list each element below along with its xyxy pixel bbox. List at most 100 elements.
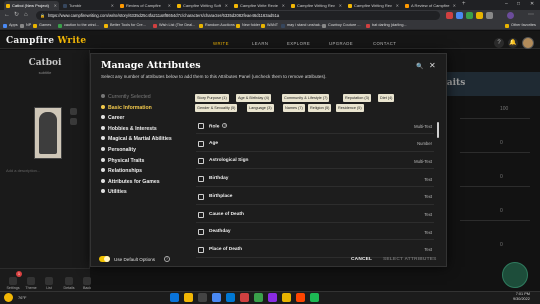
nav-link-learn[interactable]: LEARN: [252, 41, 268, 46]
filter-chip[interactable]: Names (7): [283, 104, 305, 112]
category-item[interactable]: Personality: [101, 146, 136, 154]
attribute-row[interactable]: Cause of Death Text: [196, 209, 434, 223]
category-item[interactable]: Hobbies & Interests: [101, 125, 157, 133]
character-subtitle[interactable]: subtitle: [0, 70, 90, 75]
attribute-value[interactable]: 0: [500, 174, 503, 180]
bottom-nav-list[interactable]: List: [38, 286, 60, 290]
browser-tab[interactable]: Campfire Writing Rev ✕: [289, 1, 344, 10]
character-name[interactable]: Catboi: [0, 58, 90, 68]
new-tab-button[interactable]: +: [462, 1, 466, 7]
category-item[interactable]: Relationships: [101, 167, 142, 175]
taskbar-app-icon[interactable]: [296, 293, 305, 302]
close-window-button[interactable]: ✕: [530, 0, 534, 9]
browser-tab[interactable]: Campfire Write Revie ✕: [232, 1, 287, 10]
home-icon[interactable]: ⌂: [24, 11, 28, 20]
browser-menu-icon[interactable]: ⋯: [528, 11, 534, 20]
attribute-row[interactable]: Role? Multi-Text: [196, 120, 434, 134]
browser-tab[interactable]: Campfire Writing Rev ✕: [346, 1, 401, 10]
bookmark-item[interactable]: Other favorites: [505, 22, 536, 29]
user-avatar[interactable]: [522, 37, 534, 49]
bookmark-item[interactable]: NP: [20, 22, 31, 29]
extension-icon[interactable]: [476, 12, 483, 19]
browser-tab[interactable]: Campfire Writing Soft ✕: [175, 1, 230, 10]
bookmark-item[interactable]: Cowboy Couture ...: [322, 22, 361, 29]
category-item[interactable]: Basic Information: [101, 104, 152, 112]
bookmark-item[interactable]: Better Tools for Cre...: [104, 22, 146, 29]
description-placeholder[interactable]: Add a description...: [6, 168, 40, 173]
filter-chip[interactable]: Language (3): [247, 104, 274, 112]
attributes-scrollbar[interactable]: [437, 122, 439, 138]
attribute-checkbox[interactable]: [198, 193, 204, 200]
app-logo[interactable]: Campfire Write: [6, 36, 86, 46]
browser-tab[interactable]: Tumblr ✕: [61, 1, 116, 10]
image-icon[interactable]: [70, 108, 77, 115]
extension-icon[interactable]: [446, 12, 453, 19]
browser-tab[interactable]: A Review of Campfire ✕: [403, 1, 458, 10]
bottom-nav-back[interactable]: Back: [76, 286, 98, 290]
category-item[interactable]: Currently Selected: [101, 93, 151, 101]
attribute-value[interactable]: 100: [500, 106, 508, 112]
attribute-checkbox[interactable]: [198, 211, 204, 218]
help-icon[interactable]: ?: [494, 38, 504, 48]
tab-close-icon[interactable]: ✕: [168, 1, 171, 10]
browser-tab[interactable]: Review of Campfire ✕: [118, 1, 173, 10]
filter-chip[interactable]: Age & Birthday (4): [236, 94, 272, 102]
select-attributes-button[interactable]: SELECT ATTRIBUTES: [383, 257, 437, 262]
nav-link-upgrade[interactable]: UPGRADE: [329, 41, 353, 46]
extension-icon[interactable]: [486, 12, 493, 19]
attribute-value[interactable]: 0: [500, 242, 503, 248]
nav-link-explore[interactable]: EXPLORE: [287, 41, 310, 46]
attribute-checkbox[interactable]: [198, 229, 204, 236]
category-item[interactable]: Attributes for Games: [101, 178, 160, 186]
extension-icon[interactable]: [466, 12, 473, 19]
bookmark-item[interactable]: Games: [33, 22, 51, 29]
attribute-checkbox[interactable]: [198, 246, 204, 253]
help-icon[interactable]: ?: [164, 256, 170, 262]
filter-chip[interactable]: Reputation (3): [343, 94, 372, 102]
filter-chip[interactable]: Story Purpose (1): [195, 94, 229, 102]
refresh-icon[interactable]: ↻: [14, 11, 19, 20]
cancel-button[interactable]: CANCEL: [351, 257, 372, 262]
taskbar-app-icon[interactable]: [282, 293, 291, 302]
taskbar-app-icon[interactable]: [170, 293, 179, 302]
attribute-row[interactable]: Astrological Sign Multi-Text: [196, 155, 434, 170]
attribute-row[interactable]: Birthplace Text: [196, 191, 434, 205]
close-icon[interactable]: ✕: [429, 61, 436, 70]
attribute-checkbox[interactable]: [198, 123, 204, 129]
extension-icon[interactable]: [456, 12, 463, 19]
filter-chip[interactable]: Religion (5): [308, 104, 332, 112]
tab-close-icon[interactable]: ✕: [111, 1, 114, 10]
address-bar[interactable]: 🔒 https://www.campfirewriting.com/write/…: [36, 11, 440, 20]
bookmark-item[interactable]: bat darling (darling...: [366, 22, 407, 29]
taskbar-app-icon[interactable]: [198, 293, 207, 302]
tab-close-icon[interactable]: ✕: [282, 1, 285, 10]
filter-chip[interactable]: Diet (4): [378, 94, 395, 102]
nav-link-contact[interactable]: CONTACT: [373, 41, 396, 46]
category-item[interactable]: Career: [101, 114, 124, 122]
tab-close-icon[interactable]: ✕: [54, 1, 57, 10]
bookmark-item[interactable]: Wish List (The Deal...: [153, 22, 195, 29]
attribute-checkbox[interactable]: [198, 176, 204, 183]
browser-tab[interactable]: Catboi (New Project) ✕: [4, 1, 59, 10]
help-icon[interactable]: ?: [222, 123, 228, 128]
attribute-value[interactable]: 0: [500, 208, 503, 214]
tab-close-icon[interactable]: ✕: [339, 1, 342, 10]
back-icon[interactable]: ←: [4, 11, 10, 20]
bookmark-item[interactable]: may i stand unshak...: [281, 22, 323, 29]
taskbar-app-icon[interactable]: [184, 293, 193, 302]
search-icon[interactable]: 🔍: [416, 63, 423, 70]
taskbar-app-icon[interactable]: [240, 293, 249, 302]
bookmark-item[interactable]: caution to the wind...: [58, 22, 99, 29]
taskbar-app-icon[interactable]: [254, 293, 263, 302]
bookmark-item[interactable]: Apps: [3, 22, 18, 29]
filter-chip[interactable]: Community & Lifestyle (7): [282, 94, 330, 102]
nav-link-write[interactable]: WRITE: [213, 41, 229, 46]
taskbar-app-icon[interactable]: [212, 293, 221, 302]
profile-avatar-icon[interactable]: [507, 12, 514, 19]
filter-chip[interactable]: Residence (5): [336, 104, 364, 112]
weather-icon[interactable]: [4, 293, 13, 302]
category-item[interactable]: Physical Traits: [101, 157, 144, 165]
maximize-button[interactable]: □: [517, 0, 520, 9]
bell-icon[interactable]: 🔔: [508, 38, 518, 48]
attribute-checkbox[interactable]: [198, 140, 204, 147]
